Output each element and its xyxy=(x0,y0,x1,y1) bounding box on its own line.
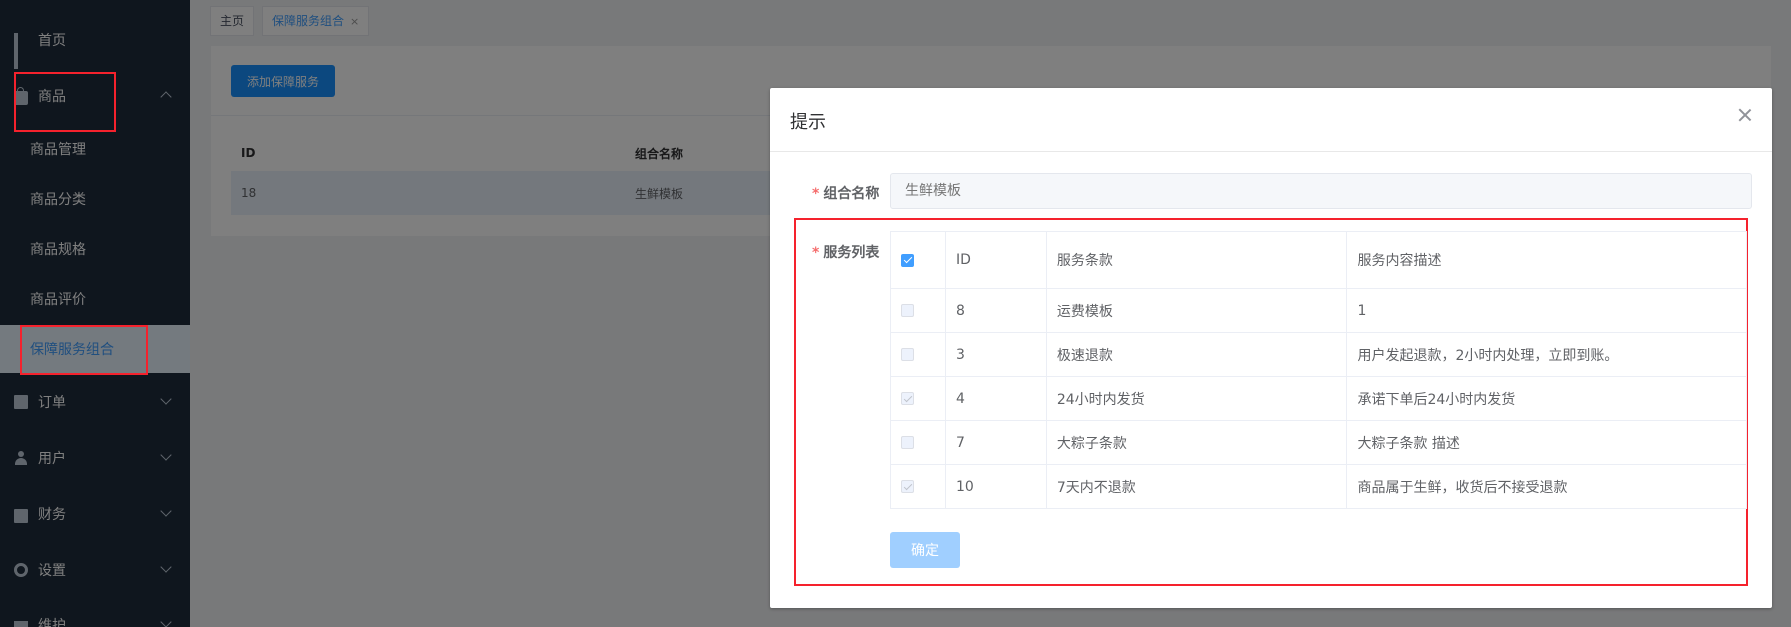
close-icon[interactable] xyxy=(1738,108,1752,122)
combo-name-input[interactable] xyxy=(890,173,1752,209)
table-row[interactable]: 10 7天内不退款 商品属于生鲜，收货后不接受退款 xyxy=(890,464,1747,509)
cell-term: 运费模板 xyxy=(1045,288,1348,333)
select-all-cell xyxy=(890,231,946,289)
required-mark: * xyxy=(812,245,820,261)
column-header-description: 服务内容描述 xyxy=(1346,231,1747,289)
table-header-row: ID 服务条款 服务内容描述 xyxy=(890,231,1747,289)
label-text: 组合名称 xyxy=(823,186,880,202)
button-label: 确定 xyxy=(911,543,939,559)
cell-description: 大粽子条款 描述 xyxy=(1346,420,1747,465)
dialog: 提示 *组合名称 *服务列表 ID 服务条款 服务内容描述 8 运费模板 1 xyxy=(770,88,1772,608)
confirm-button[interactable]: 确定 xyxy=(890,532,960,568)
column-header-id: ID xyxy=(944,231,1047,289)
row-checkbox[interactable] xyxy=(901,304,914,317)
cell-description: 用户发起退款，2小时内处理，立即到账。 xyxy=(1346,332,1747,377)
cell-description: 承诺下单后24小时内发货 xyxy=(1346,376,1747,421)
cell-id: 4 xyxy=(944,376,1047,421)
name-label: * 组合名称 xyxy=(812,183,879,203)
service-list-label: * 服务列表 xyxy=(812,242,879,262)
divider xyxy=(770,151,1772,152)
cell-term: 24小时内发货 xyxy=(1045,376,1348,421)
cell-term: 大粽子条款 xyxy=(1045,420,1348,465)
cell-description: 商品属于生鲜，收货后不接受退款 xyxy=(1346,464,1747,509)
row-checkbox[interactable] xyxy=(901,480,914,493)
table-row[interactable]: 7 大粽子条款 大粽子条款 描述 xyxy=(890,420,1747,465)
checkbox-cell xyxy=(890,376,946,421)
cell-term: 7天内不退款 xyxy=(1045,464,1348,509)
select-all-checkbox[interactable] xyxy=(901,253,914,267)
cell-id: 7 xyxy=(944,420,1047,465)
row-checkbox[interactable] xyxy=(901,348,914,361)
checkbox-cell xyxy=(890,332,946,377)
dialog-title: 提示 xyxy=(790,112,826,133)
checkbox-cell xyxy=(890,288,946,333)
row-checkbox[interactable] xyxy=(901,392,914,405)
column-header-term: 服务条款 xyxy=(1045,231,1348,289)
cell-id: 10 xyxy=(944,464,1047,509)
cell-id: 8 xyxy=(944,288,1047,333)
checkbox-cell xyxy=(890,464,946,509)
table-row[interactable]: 8 运费模板 1 xyxy=(890,288,1747,333)
required-mark: * xyxy=(812,186,820,202)
label-text: 服务列表 xyxy=(823,245,880,261)
service-table: ID 服务条款 服务内容描述 8 运费模板 1 3 极速退款 用户发起退款，2小… xyxy=(890,231,1747,509)
checkbox-cell xyxy=(890,420,946,465)
row-checkbox[interactable] xyxy=(901,436,914,449)
cell-description: 1 xyxy=(1346,288,1747,333)
cell-term: 极速退款 xyxy=(1045,332,1348,377)
table-row[interactable]: 4 24小时内发货 承诺下单后24小时内发货 xyxy=(890,376,1747,421)
table-row[interactable]: 3 极速退款 用户发起退款，2小时内处理，立即到账。 xyxy=(890,332,1747,377)
cell-id: 3 xyxy=(944,332,1047,377)
